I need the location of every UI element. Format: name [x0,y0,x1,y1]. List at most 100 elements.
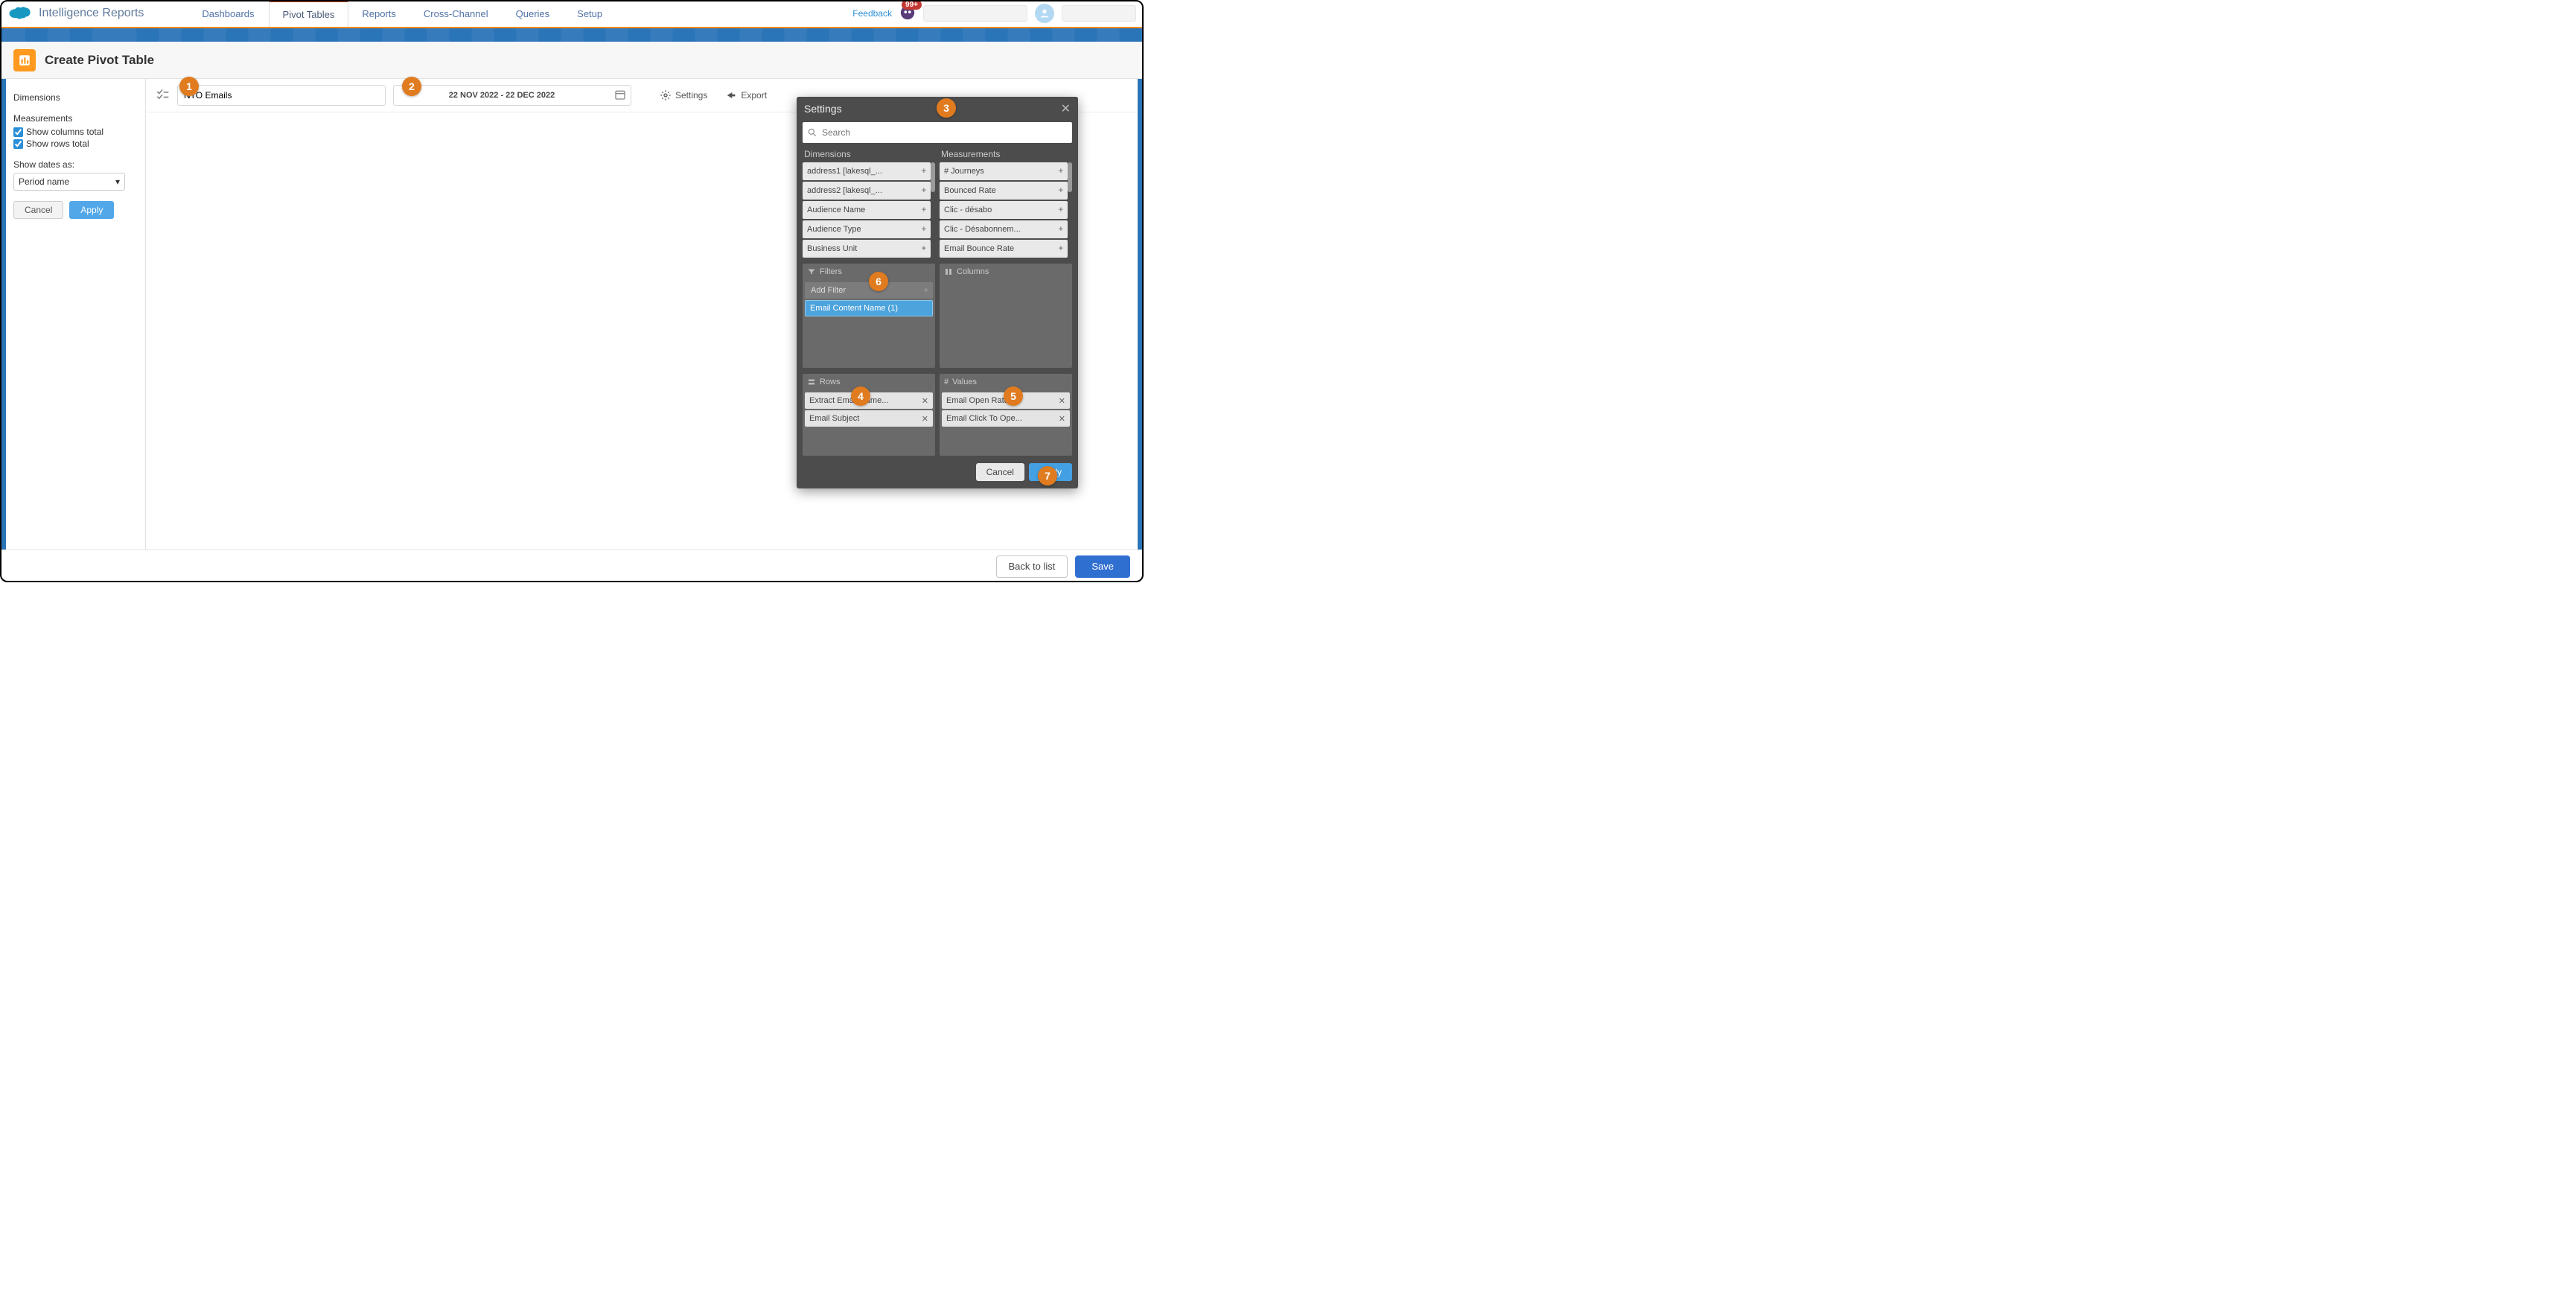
measurements-label: Measurements [13,113,138,124]
settings-button[interactable]: Settings [660,89,707,101]
dimension-item[interactable]: Business Unit+ [803,240,931,258]
salesforce-cloud-icon [7,5,33,23]
plus-icon[interactable]: + [1059,206,1063,214]
check-rows-total-label: Show rows total [26,138,89,149]
filter-icon [807,267,816,276]
tab-setup[interactable]: Setup [564,0,616,27]
save-button[interactable]: Save [1075,555,1130,578]
dates-label: Show dates as: [13,159,138,170]
export-label: Export [741,90,767,101]
plus-icon[interactable]: + [922,186,926,195]
cancel-button[interactable]: Cancel [13,201,63,219]
settings-panel: Settings ✕ Dimensions address1 [lakesql_… [797,97,1078,488]
plus-icon[interactable]: + [922,167,926,176]
settings-cancel-button[interactable]: Cancel [976,463,1024,481]
dates-select[interactable]: Period name ▾ [13,173,125,191]
tab-pivot-tables[interactable]: Pivot Tables [269,0,349,27]
page-header: Create Pivot Table [0,42,1144,79]
back-to-list-button[interactable]: Back to list [996,555,1068,578]
plus-icon[interactable]: + [1059,225,1063,234]
dates-select-value: Period name [19,176,69,187]
checkbox-rows-total[interactable] [13,139,23,149]
settings-search-input[interactable] [822,127,1068,138]
notifications-badge: 99+ [902,0,922,10]
list-toggle-icon[interactable] [155,88,170,103]
measurement-item[interactable]: Clic - désabo+ [940,201,1068,219]
user-avatar[interactable] [1035,4,1054,23]
dimension-item[interactable]: address1 [lakesql_...+ [803,162,931,180]
chevron-down-icon: ▾ [115,176,120,187]
tab-dashboards[interactable]: Dashboards [188,0,268,27]
remove-icon[interactable]: ✕ [1059,396,1065,406]
gear-icon [660,89,672,101]
tab-cross-channel[interactable]: Cross-Channel [410,0,503,27]
export-button[interactable]: Export [725,89,767,101]
dimensions-label: Dimensions [13,92,138,103]
date-range-input[interactable]: 22 NOV 2022 - 22 DEC 2022 [393,85,631,106]
rows-icon [807,378,816,386]
measurements-header: Measurements [940,147,1072,162]
settings-label: Settings [675,90,707,101]
remove-icon[interactable]: ✕ [922,414,928,424]
pivot-name-input[interactable] [177,85,386,106]
check-columns-total[interactable]: Show columns total [13,127,138,137]
filter-chip[interactable]: Email Content Name (1) [805,300,933,316]
left-panel: Dimensions Measurements Show columns tot… [6,79,146,550]
app-title: Intelligence Reports [39,7,144,20]
account-switcher[interactable] [923,5,1027,22]
person-icon [1039,7,1051,19]
plus-icon[interactable]: + [922,225,926,234]
hash-icon: # [944,378,949,386]
export-icon [725,89,737,101]
measurement-item[interactable]: Email Bounce Rate+ [940,240,1068,258]
notifications-button[interactable]: 99+ [899,4,916,23]
value-chip[interactable]: Email Click To Ope...✕ [942,410,1070,427]
values-box: # Values Email Open Rate✕ Email Click To… [940,374,1072,456]
callout-2: 2 [402,77,421,96]
measurement-item[interactable]: Bounced Rate+ [940,182,1068,200]
columns-label: Columns [957,267,989,276]
rows-box: Rows Extract Email Name...✕ Email Subjec… [803,374,935,456]
settings-panel-title: Settings [804,103,842,115]
checkbox-columns-total[interactable] [13,127,23,137]
columns-box[interactable]: Columns [940,264,1072,368]
callout-4: 4 [851,386,870,406]
values-label: Values [952,378,977,386]
dimension-item[interactable]: Audience Type+ [803,220,931,238]
scrollbar-thumb[interactable] [1068,162,1072,192]
row-chip[interactable]: Email Subject✕ [805,410,933,427]
plus-icon[interactable]: + [1059,167,1063,176]
feedback-link[interactable]: Feedback [852,8,892,19]
plus-icon[interactable]: + [922,244,926,253]
columns-icon [944,267,953,276]
tab-queries[interactable]: Queries [503,0,564,27]
check-columns-total-label: Show columns total [26,127,103,137]
settings-search[interactable] [803,122,1072,143]
plus-icon[interactable]: + [1059,186,1063,195]
remove-icon[interactable]: ✕ [922,396,928,406]
filters-label: Filters [820,267,842,276]
close-icon[interactable]: ✕ [1061,101,1071,116]
dimension-item[interactable]: Audience Name+ [803,201,931,219]
date-range-text: 22 NOV 2022 - 22 DEC 2022 [449,91,555,100]
check-rows-total[interactable]: Show rows total [13,138,138,149]
measurement-item[interactable]: Clic - Désabonnem...+ [940,220,1068,238]
callout-5: 5 [1004,386,1023,406]
calendar-icon [614,89,626,103]
top-right: Feedback 99+ [852,0,1136,27]
apply-button[interactable]: Apply [69,201,114,219]
remove-icon[interactable]: ✕ [1059,414,1065,424]
plus-icon[interactable]: + [1059,244,1063,253]
page-title: Create Pivot Table [45,53,154,68]
main-tabs: Dashboards Pivot Tables Reports Cross-Ch… [188,0,616,27]
measurement-item[interactable]: # Journeys+ [940,162,1068,180]
plus-icon[interactable]: + [922,206,926,214]
dimension-item[interactable]: address2 [lakesql_...+ [803,182,931,200]
footer: Back to list Save [0,550,1144,582]
scrollbar-thumb[interactable] [931,162,935,192]
callout-1: 1 [179,77,199,96]
pivot-table-icon [13,49,36,71]
tab-reports[interactable]: Reports [348,0,410,27]
callout-7: 7 [1038,466,1057,485]
org-label [1062,5,1136,22]
